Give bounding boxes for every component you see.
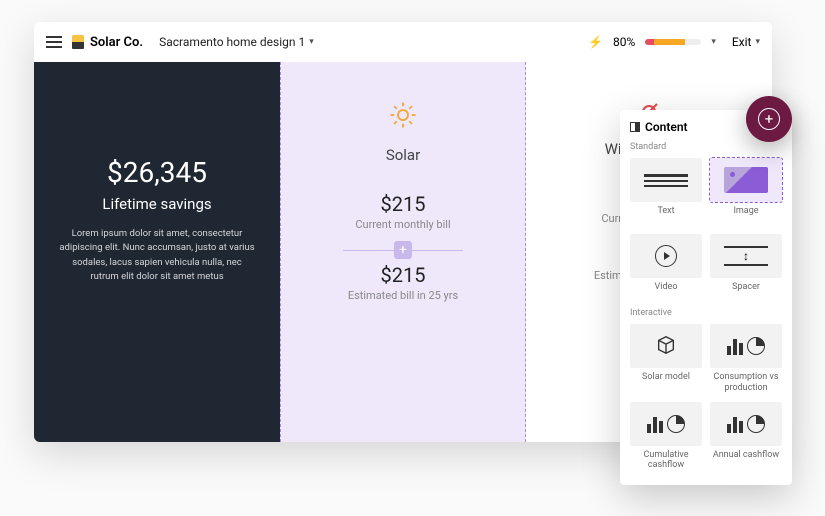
savings-body: Lorem ipsum dolor sit amet, consectetur …: [57, 227, 257, 284]
tile-image[interactable]: [710, 158, 782, 202]
chevron-down-icon: ▾: [755, 37, 760, 47]
section-interactive: Interactive: [630, 308, 782, 318]
metric-future-value: $215: [381, 263, 426, 287]
brand-logo-icon: [72, 35, 84, 49]
project-selector[interactable]: Sacramento home design 1 ▾: [159, 35, 314, 49]
add-block-divider: +: [343, 243, 463, 257]
metric-current-value: $215: [381, 192, 426, 216]
completion-percent: 80%: [613, 35, 635, 49]
project-name: Sacramento home design 1: [159, 35, 305, 49]
text-icon: [644, 174, 687, 187]
sun-icon: [388, 100, 418, 134]
metric-current-label: Current monthly bill: [355, 218, 450, 231]
tile-spacer[interactable]: ↕: [710, 234, 782, 278]
tile-label: Video: [630, 282, 702, 302]
image-icon: [724, 167, 767, 193]
tile-label: Solar model: [630, 372, 702, 392]
app-header: Solar Co. Sacramento home design 1 ▾ ⚡ 8…: [34, 22, 772, 62]
tile-solar-model[interactable]: [630, 324, 702, 368]
chart-icon: [727, 415, 765, 433]
spacer-icon: ↕: [724, 246, 767, 266]
tile-label: Annual cashflow: [710, 450, 782, 470]
tile-label: Text: [630, 206, 702, 226]
bolt-icon: ⚡: [588, 35, 603, 49]
plus-icon: +: [758, 108, 780, 130]
chart-icon: [647, 415, 685, 433]
savings-label: Lifetime savings: [102, 195, 211, 213]
exit-label: Exit: [732, 35, 752, 49]
cube-icon: [655, 334, 677, 359]
chevron-down-icon: ▾: [309, 37, 314, 47]
progress-bar: [645, 39, 701, 45]
content-panel-icon: [630, 122, 640, 132]
metric-future-label: Estimated bill in 25 yrs: [348, 289, 458, 302]
content-panel: Content Standard Text Image Video ↕ Spac…: [620, 110, 792, 485]
chart-icon: [727, 337, 765, 355]
add-fab[interactable]: +: [746, 96, 792, 142]
savings-amount: $26,345: [107, 156, 207, 189]
chevron-down-icon[interactable]: ▾: [711, 37, 716, 47]
menu-icon[interactable]: [46, 36, 62, 48]
column-savings[interactable]: $26,345 Lifetime savings Lorem ipsum dol…: [34, 62, 280, 442]
column-solar[interactable]: Solar $215 Current monthly bill + $215 E…: [280, 62, 526, 442]
tile-cumulative[interactable]: [630, 402, 702, 446]
tile-label: Image: [710, 206, 782, 226]
brand[interactable]: Solar Co.: [72, 35, 143, 50]
add-block-button[interactable]: +: [394, 241, 412, 259]
video-icon: [655, 245, 677, 267]
tile-label: Cumulative cashflow: [630, 450, 702, 472]
tile-video[interactable]: [630, 234, 702, 278]
brand-name: Solar Co.: [90, 35, 143, 50]
column-title: Solar: [386, 146, 420, 164]
section-standard: Standard: [630, 142, 782, 152]
tile-label: Consumption vs production: [710, 372, 782, 394]
tile-consumption[interactable]: [710, 324, 782, 368]
tile-label: Spacer: [710, 282, 782, 302]
tile-text[interactable]: [630, 158, 702, 202]
tile-annual[interactable]: [710, 402, 782, 446]
exit-button[interactable]: Exit ▾: [732, 35, 760, 49]
